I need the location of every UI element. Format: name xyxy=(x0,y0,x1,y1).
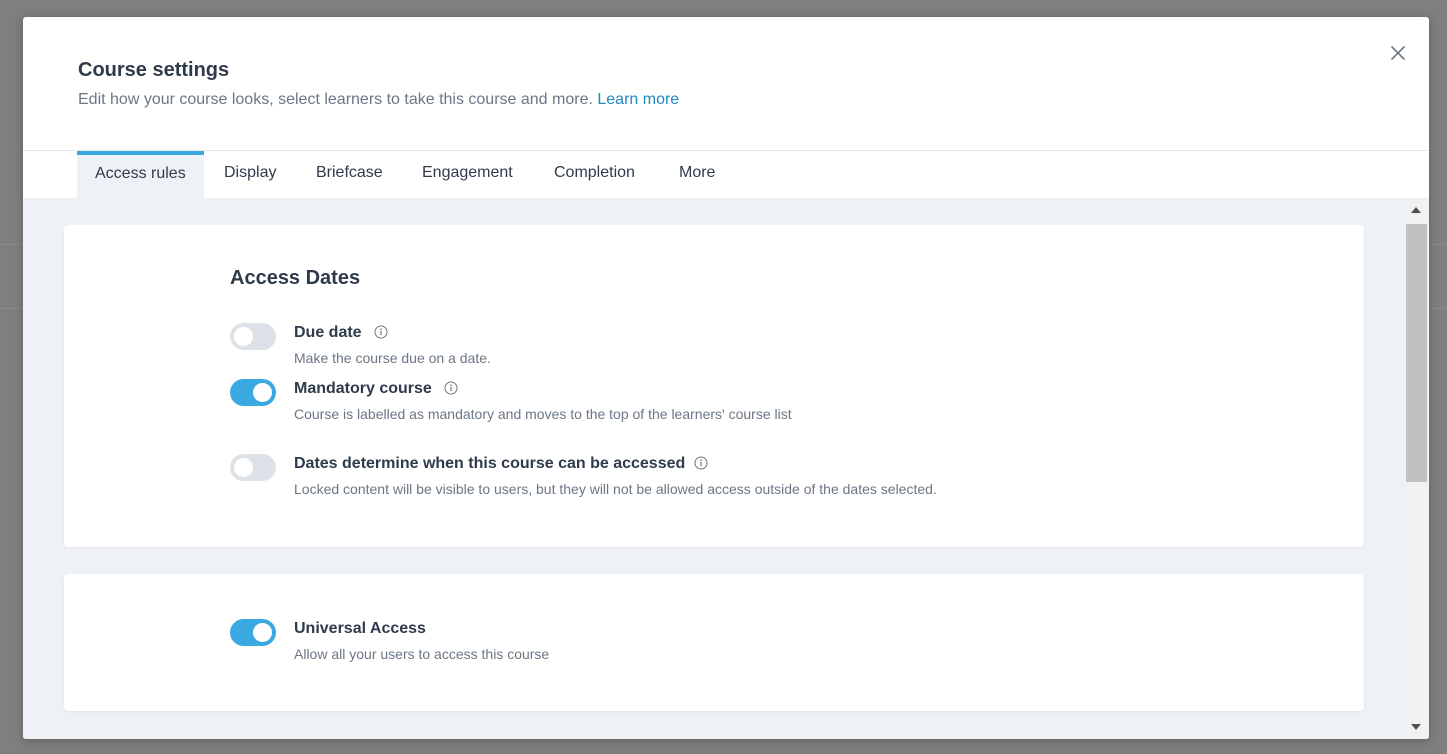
mandatory-course-label: Mandatory course xyxy=(294,380,458,398)
universal-access-card: Universal Access Allow all your users to… xyxy=(64,574,1364,711)
course-settings-modal: Course settings Edit how your course loo… xyxy=(23,17,1429,739)
access-dates-title: Access Dates xyxy=(230,267,361,289)
info-icon[interactable] xyxy=(694,456,708,470)
dates-access-description: Locked content will be visible to users,… xyxy=(294,481,937,497)
dates-access-toggle[interactable] xyxy=(230,454,276,481)
tab-display[interactable]: Display xyxy=(206,151,294,198)
toggle-knob xyxy=(234,327,253,346)
settings-content: Access Dates Due date Make the course du… xyxy=(23,198,1404,739)
due-date-toggle[interactable] xyxy=(230,323,276,350)
toggle-knob xyxy=(253,383,272,402)
due-date-description: Make the course due on a date. xyxy=(294,350,491,366)
scroll-up-arrow-icon[interactable] xyxy=(1411,207,1421,213)
modal-subtitle: Edit how your course looks, select learn… xyxy=(78,91,679,109)
due-date-label-text: Due date xyxy=(294,324,362,341)
mandatory-course-description: Course is labelled as mandatory and move… xyxy=(294,406,792,422)
tab-completion[interactable]: Completion xyxy=(536,151,653,198)
close-icon xyxy=(1391,46,1405,60)
content-scrollbar[interactable] xyxy=(1404,198,1429,739)
mandatory-course-toggle[interactable] xyxy=(230,379,276,406)
scroll-thumb[interactable] xyxy=(1406,224,1427,482)
universal-access-label: Universal Access xyxy=(294,620,426,637)
universal-access-toggle[interactable] xyxy=(230,619,276,646)
due-date-label: Due date xyxy=(294,324,388,342)
toggle-knob xyxy=(253,623,272,642)
scroll-down-arrow-icon[interactable] xyxy=(1411,724,1421,730)
modal-title: Course settings xyxy=(78,59,230,81)
modal-header: Course settings Edit how your course loo… xyxy=(23,17,1429,151)
learn-more-link[interactable]: Learn more xyxy=(597,91,679,108)
toggle-knob xyxy=(234,458,253,477)
info-icon[interactable] xyxy=(374,325,388,339)
dates-access-label-text: Dates determine when this course can be … xyxy=(294,455,686,472)
info-icon[interactable] xyxy=(444,381,458,395)
tab-briefcase[interactable]: Briefcase xyxy=(298,151,401,198)
close-button[interactable] xyxy=(1389,44,1407,62)
mandatory-course-label-text: Mandatory course xyxy=(294,380,432,397)
subtitle-text: Edit how your course looks, select learn… xyxy=(78,91,593,108)
access-dates-card: Access Dates Due date Make the course du… xyxy=(64,225,1364,547)
tab-engagement[interactable]: Engagement xyxy=(404,151,531,198)
universal-access-description: Allow all your users to access this cour… xyxy=(294,646,550,662)
settings-tabs: Access rules Display Briefcase Engagemen… xyxy=(23,150,1429,198)
dates-access-label: Dates determine when this course can be … xyxy=(294,455,708,473)
tab-more[interactable]: More xyxy=(661,151,733,198)
tab-access-rules[interactable]: Access rules xyxy=(77,151,204,198)
